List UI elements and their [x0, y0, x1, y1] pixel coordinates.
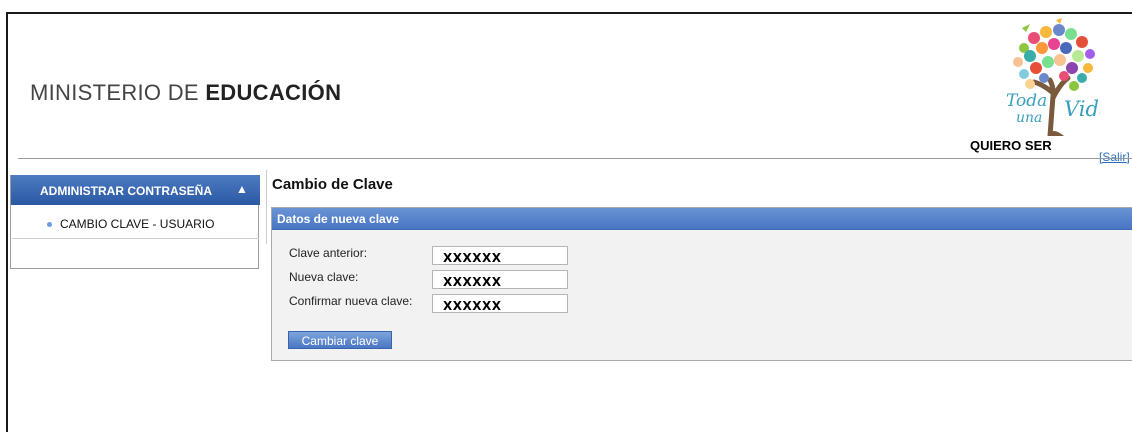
password-form-panel: Datos de nueva clave Clave anterior: XXX… [271, 207, 1132, 361]
old-password-label: Clave anterior: [289, 246, 368, 260]
tagline: QUIERO SER [970, 138, 1052, 153]
logout-link[interactable]: [Salir] [1099, 150, 1130, 164]
old-password-field[interactable]: XXXXXX [432, 246, 568, 265]
confirm-password-label: Confirmar nueva clave: [289, 294, 413, 308]
ministry-title: MINISTERIO DE EDUCACIÓN [30, 80, 341, 106]
confirm-password-field[interactable]: XXXXXX [432, 294, 568, 313]
bullet-icon [47, 222, 52, 228]
chevron-up-icon[interactable]: ▲ [236, 182, 248, 196]
page-title: Cambio de Clave [272, 176, 393, 193]
ministry-title-prefix: MINISTERIO DE [30, 80, 206, 105]
logo-text-vida: Vida [1064, 97, 1100, 121]
sidebar-item-label: CAMBIO CLAVE - USUARIO [60, 217, 215, 231]
sidebar-divider [12, 238, 259, 239]
content-divider [266, 170, 267, 244]
panel-header: Datos de nueva clave [272, 208, 1132, 230]
sidebar-section-header[interactable]: ADMINISTRAR CONTRASEÑA ▲ [11, 175, 260, 205]
logo-text-una: una [1016, 110, 1042, 126]
header-divider [18, 158, 1132, 159]
sidebar: ADMINISTRAR CONTRASEÑA ▲ CAMBIO CLAVE - … [10, 175, 260, 269]
toda-una-vida-logo: Toda una Vida [1006, 18, 1100, 136]
sidebar-section-title: ADMINISTRAR CONTRASEÑA [40, 184, 212, 198]
new-password-field[interactable]: XXXXXX [432, 270, 568, 289]
new-password-label: Nueva clave: [289, 270, 359, 284]
sidebar-item-cambio-clave[interactable]: CAMBIO CLAVE - USUARIO [47, 217, 214, 231]
logo-text-toda: Toda [1006, 91, 1047, 111]
change-password-button[interactable]: Cambiar clave [288, 331, 392, 349]
ministry-title-bold: EDUCACIÓN [205, 80, 342, 105]
